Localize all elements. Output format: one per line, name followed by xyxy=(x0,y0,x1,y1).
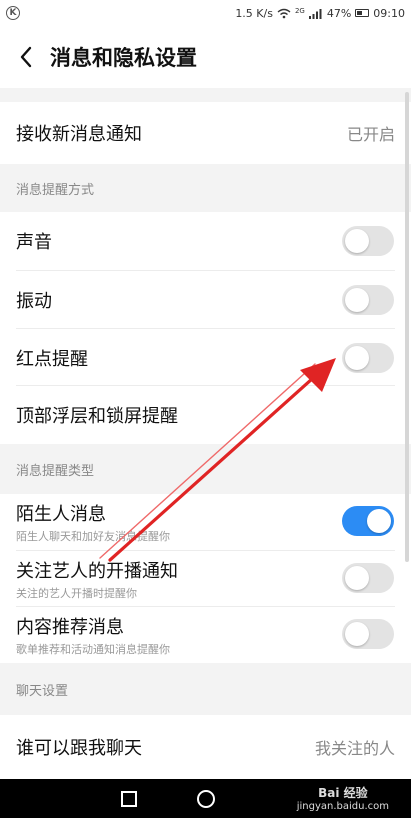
toggle-knob xyxy=(345,288,369,312)
section-header-chat: 聊天设置 xyxy=(0,663,411,715)
battery-percent: 47% xyxy=(326,6,352,20)
scrollbar[interactable] xyxy=(405,92,409,562)
clock: 09:10 xyxy=(373,6,405,20)
setting-value: 我关注的人 xyxy=(314,739,395,758)
setting-label: 顶部浮层和锁屏提醒 xyxy=(16,406,178,427)
setting-row-sound: 声音 xyxy=(0,212,411,270)
baidu-watermark: Bai 经验 jingyan.baidu.com xyxy=(297,784,389,812)
section-header-alert-type: 消息提醒类型 xyxy=(0,444,411,494)
back-arrow-icon[interactable] xyxy=(8,39,44,75)
setting-label: 谁可以跟我聊天 xyxy=(16,738,142,759)
network-type: 2G xyxy=(294,6,305,15)
sound-toggle[interactable] xyxy=(342,226,394,256)
section-title: 聊天设置 xyxy=(16,683,69,699)
setting-description: 陌生人聊天和加好友消息提醒你 xyxy=(16,530,170,543)
setting-row-vibrate: 振动 xyxy=(0,271,411,329)
toggle-knob xyxy=(345,566,369,590)
toggle-knob xyxy=(345,345,369,370)
red-dot-toggle[interactable] xyxy=(342,342,394,373)
receive-notification-value: 已开启 xyxy=(346,125,395,144)
network-speed: 1.5 K/s xyxy=(235,6,273,20)
status-indicators: 1.5 K/s 2G 47% 09:10 xyxy=(235,7,405,20)
toggle-knob xyxy=(367,509,391,533)
watermark-url: jingyan.baidu.com xyxy=(296,801,389,812)
stranger-message-toggle[interactable] xyxy=(342,506,394,536)
setting-row-red-dot: 红点提醒 xyxy=(0,329,411,386)
toggle-knob xyxy=(345,622,369,646)
signal-icon xyxy=(308,8,322,19)
section-spacer xyxy=(0,88,411,102)
setting-row-who-can-chat[interactable]: 谁可以跟我聊天 我关注的人 xyxy=(0,715,411,779)
setting-label: 红点提醒 xyxy=(16,348,88,370)
setting-label: 关注艺人的开播通知 xyxy=(16,560,178,582)
battery-icon xyxy=(355,9,370,17)
app-header: 消息和隐私设置 xyxy=(0,26,411,88)
toggle-knob xyxy=(345,229,369,253)
setting-label: 内容推荐消息 xyxy=(16,617,124,638)
setting-row-top-float[interactable]: 顶部浮层和锁屏提醒 xyxy=(0,386,411,444)
setting-label: 陌生人消息 xyxy=(16,504,106,525)
setting-label: 声音 xyxy=(16,232,52,253)
status-bar: K 1.5 K/s 2G 47% 09:10 xyxy=(0,0,411,26)
watermark-brand: Bai 经验 xyxy=(318,786,368,800)
section-title: 消息提醒类型 xyxy=(16,463,95,479)
setting-description: 歌单推荐和活动通知消息提醒你 xyxy=(16,643,170,656)
receive-notification-label: 接收新消息通知 xyxy=(16,124,142,145)
page-title: 消息和隐私设置 xyxy=(50,46,197,70)
recommend-toggle[interactable] xyxy=(342,619,394,649)
home-icon[interactable] xyxy=(196,789,215,808)
setting-description: 关注的艺人开播时提醒你 xyxy=(16,586,137,600)
section-header-alert-method: 消息提醒方式 xyxy=(0,164,411,212)
setting-label: 振动 xyxy=(16,291,52,312)
receive-notification-row[interactable]: 接收新消息通知 已开启 xyxy=(0,102,411,164)
vibrate-toggle[interactable] xyxy=(342,285,394,315)
app-notification-icon: K xyxy=(6,6,20,20)
wifi-icon xyxy=(277,8,291,18)
artist-live-toggle[interactable] xyxy=(342,563,394,593)
section-title: 消息提醒方式 xyxy=(16,182,95,198)
recent-apps-icon[interactable] xyxy=(120,790,137,807)
